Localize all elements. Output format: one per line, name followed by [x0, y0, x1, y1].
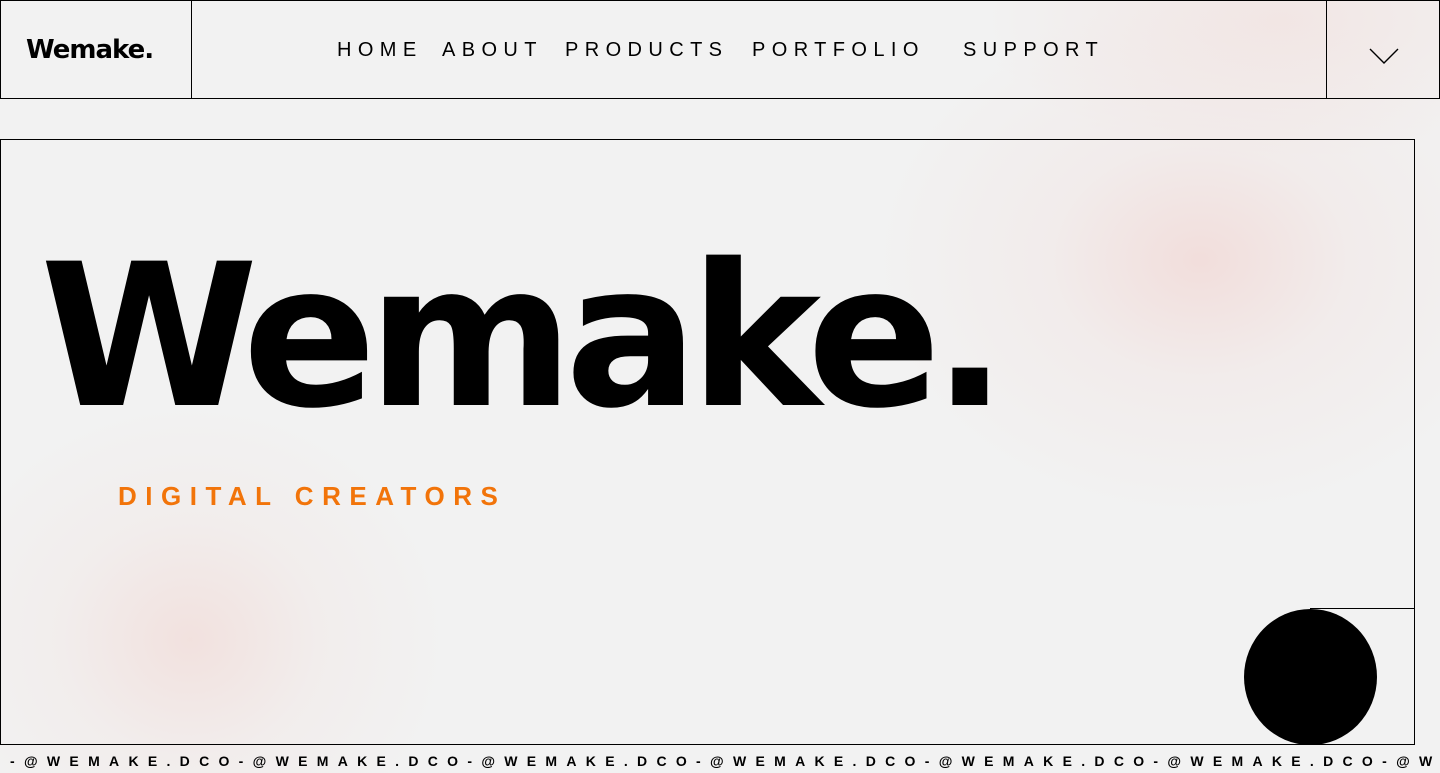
nav-item-portfolio[interactable]: PORTFOLIO [752, 37, 925, 63]
marquee-text: -@WEMAKE.DCO-@WEMAKE.DCO-@WEMAKE.DCO-@WE… [10, 753, 1440, 769]
nav-item-home[interactable]: HOME [337, 37, 423, 63]
nav-item-products[interactable]: PRODUCTS [565, 37, 728, 63]
logo-cell[interactable]: Wemake. [1, 1, 192, 98]
hero-title: Wemake. [40, 221, 1007, 452]
decorative-circle [1244, 609, 1377, 745]
menu-toggle-button[interactable] [1326, 1, 1440, 98]
marquee-ticker: -@WEMAKE.DCO-@WEMAKE.DCO-@WEMAKE.DCO-@WE… [0, 752, 1440, 770]
nav-item-support[interactable]: SUPPORT [963, 37, 1104, 63]
site-header: Wemake. HOME ABOUT PRODUCTS PORTFOLIO SU… [0, 0, 1440, 99]
decorative-line [1310, 608, 1415, 609]
logo[interactable]: Wemake. [26, 32, 154, 68]
hero-subtitle: DIGITAL CREATORS [118, 481, 507, 511]
chevron-down-icon [1369, 48, 1399, 64]
nav-item-about[interactable]: ABOUT [442, 37, 543, 63]
